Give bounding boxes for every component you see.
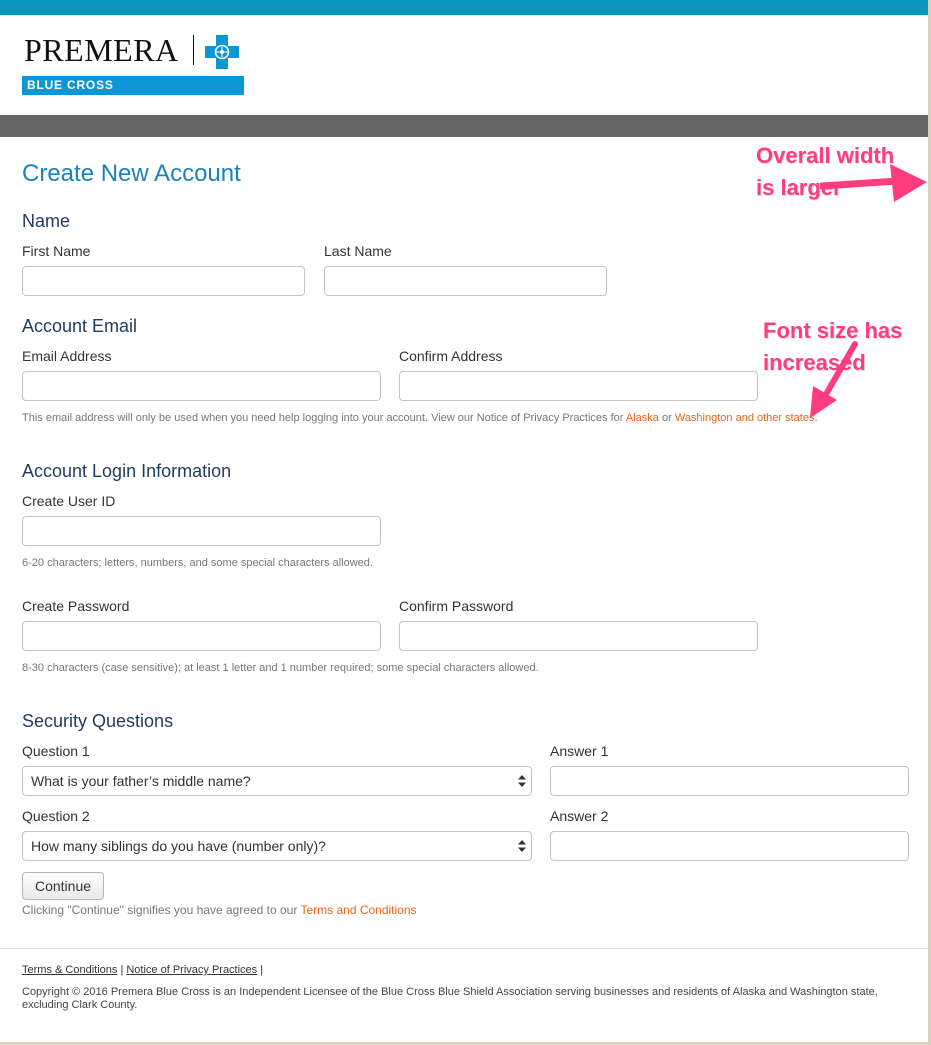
first-name-input[interactable] [22,266,305,296]
terms-conditions-link[interactable]: Terms and Conditions [300,903,416,917]
confirm-email-input[interactable] [399,371,758,401]
question1-select[interactable]: What is your father’s middle name? [22,766,532,796]
answer2-label: Answer 2 [550,808,609,824]
section-title-name: Name [22,211,71,231]
footer-terms-link[interactable]: Terms & Conditions [22,964,117,976]
section-title-email: Account Email [22,316,138,336]
premera-logo[interactable]: PREMERA BLUE CROSS [22,32,244,96]
email-help-sentence: This email address will only be used whe… [22,412,624,424]
email-label: Email Address [22,348,112,364]
terms-agreement-text: Clicking "Continue" signifies you have a… [22,903,417,917]
footer-privacy-link[interactable]: Notice of Privacy Practices [126,964,257,976]
footer-divider [0,948,928,949]
continue-button[interactable]: Continue [22,872,104,900]
page-title: Create New Account [22,160,241,187]
answer1-label: Answer 1 [550,743,609,759]
question2-label: Question 2 [22,808,90,824]
navigation-bar [0,115,928,137]
top-accent-stripe [0,0,931,15]
blue-cross-icon [205,35,239,69]
select-arrows-icon [518,840,526,852]
alaska-privacy-link[interactable]: Alaska [626,412,659,424]
question2-select[interactable]: How many siblings do you have (number on… [22,831,532,861]
password-help-text: 8-30 characters (case sensitive); at lea… [22,662,539,674]
question2-selected-value: How many siblings do you have (number on… [31,838,326,854]
answer2-input[interactable] [550,831,909,861]
logo-separator [193,35,194,65]
email-help-or: or [662,412,672,424]
footer-separator: | [120,964,124,976]
user-id-label: Create User ID [22,493,116,509]
section-title-security: Security Questions [22,711,174,731]
question1-selected-value: What is your father’s middle name? [31,773,251,789]
last-name-input[interactable] [324,266,607,296]
footer-separator: | [260,964,264,976]
user-id-input[interactable] [22,516,381,546]
logo-subtitle-bar: BLUE CROSS [22,76,244,95]
password-label: Create Password [22,598,130,614]
answer1-input[interactable] [550,766,909,796]
password-input[interactable] [22,621,381,651]
footer-links: Terms & Conditions | Notice of Privacy P… [22,963,263,977]
washington-privacy-link[interactable]: Washington and other states [675,412,815,424]
confirm-password-label: Confirm Password [399,598,514,614]
first-name-label: First Name [22,243,91,259]
confirm-email-label: Confirm Address [399,348,503,364]
select-arrows-icon [518,775,526,787]
question1-label: Question 1 [22,743,90,759]
font-annotation-arrow-icon [810,341,858,418]
agreement-sentence: Clicking "Continue" signifies you have a… [22,903,298,917]
width-annotation-arrow-icon [820,164,927,202]
email-input[interactable] [22,371,381,401]
user-id-help-text: 6-20 characters; letters, numbers, and s… [22,557,373,569]
copyright-text: Copyright © 2016 Premera Blue Cross is a… [22,986,878,1011]
confirm-password-input[interactable] [399,621,758,651]
email-help-text: This email address will only be used whe… [22,411,818,425]
logo-wordmark: PREMERA [24,32,179,68]
last-name-label: Last Name [324,243,392,259]
section-title-login: Account Login Information [22,461,232,481]
